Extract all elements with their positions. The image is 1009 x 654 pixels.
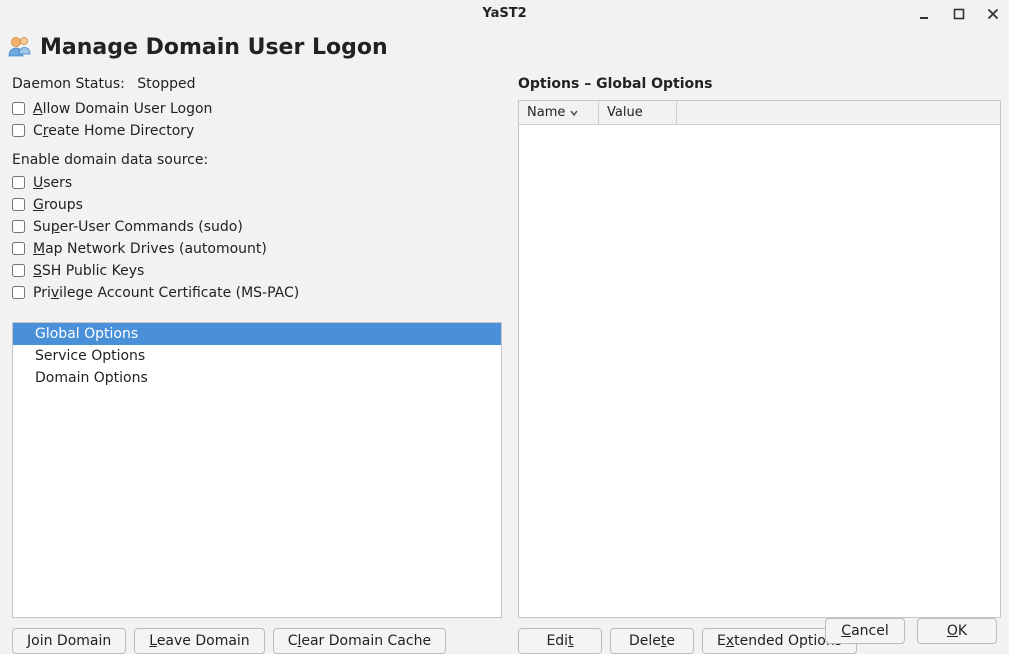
- allow-domain-user-logon-label[interactable]: Allow Domain User Logon: [33, 101, 212, 117]
- daemon-status-label: Daemon Status:: [12, 76, 125, 92]
- allow-domain-user-logon-checkbox[interactable]: [12, 102, 25, 115]
- column-header-value[interactable]: Value: [599, 101, 677, 124]
- column-header-name-label: Name: [527, 105, 565, 120]
- options-service-options-item[interactable]: Service Options: [13, 345, 501, 367]
- options-category-list[interactable]: Global Options Service Options Domain Op…: [12, 322, 502, 618]
- enable-domain-data-source-label: Enable domain data source:: [12, 152, 502, 168]
- privilege-account-certificate-checkbox[interactable]: [12, 286, 25, 299]
- daemon-status-row: Daemon Status: Stopped: [12, 76, 502, 92]
- privilege-account-certificate-label[interactable]: Privilege Account Certificate (MS-PAC): [33, 285, 299, 301]
- map-network-drives-label[interactable]: Map Network Drives (automount): [33, 241, 267, 257]
- sudo-label[interactable]: Super-User Commands (sudo): [33, 219, 243, 235]
- column-header-value-label: Value: [607, 105, 643, 120]
- chevron-down-icon: [569, 108, 579, 118]
- dialog-footer: Cancel OK: [0, 618, 1009, 644]
- options-global-options-item[interactable]: Global Options: [13, 323, 501, 345]
- cancel-button[interactable]: Cancel: [825, 618, 905, 644]
- right-pane: Options – Global Options Name Value: [518, 76, 1001, 654]
- window-controls: [917, 0, 1001, 28]
- groups-label[interactable]: Groups: [33, 197, 83, 213]
- options-heading: Options – Global Options: [518, 76, 1001, 92]
- ssh-public-keys-label[interactable]: SSH Public Keys: [33, 263, 144, 279]
- daemon-status-value: Stopped: [137, 76, 195, 92]
- ssh-public-keys-checkbox[interactable]: [12, 264, 25, 277]
- close-icon[interactable]: [985, 6, 1001, 22]
- header: Manage Domain User Logon: [0, 28, 1009, 64]
- options-table: Name Value: [518, 100, 1001, 618]
- left-pane: Daemon Status: Stopped Allow Domain User…: [12, 76, 502, 654]
- column-header-name[interactable]: Name: [519, 101, 599, 124]
- users-checkbox[interactable]: [12, 176, 25, 189]
- options-table-header: Name Value: [519, 101, 1000, 125]
- options-table-body[interactable]: [519, 125, 1000, 617]
- groups-checkbox[interactable]: [12, 198, 25, 211]
- create-home-directory-checkbox[interactable]: [12, 124, 25, 137]
- app-icon: [6, 34, 32, 60]
- titlebar: YaST2: [0, 0, 1009, 28]
- ok-button[interactable]: OK: [917, 618, 997, 644]
- options-domain-options-item[interactable]: Domain Options: [13, 367, 501, 389]
- maximize-icon[interactable]: [951, 6, 967, 22]
- page-title: Manage Domain User Logon: [40, 35, 388, 60]
- column-header-filler: [677, 101, 1000, 124]
- users-label[interactable]: Users: [33, 175, 72, 191]
- sudo-checkbox[interactable]: [12, 220, 25, 233]
- minimize-icon[interactable]: [917, 6, 933, 22]
- map-network-drives-checkbox[interactable]: [12, 242, 25, 255]
- window-title: YaST2: [482, 6, 526, 21]
- create-home-directory-label[interactable]: Create Home Directory: [33, 123, 194, 139]
